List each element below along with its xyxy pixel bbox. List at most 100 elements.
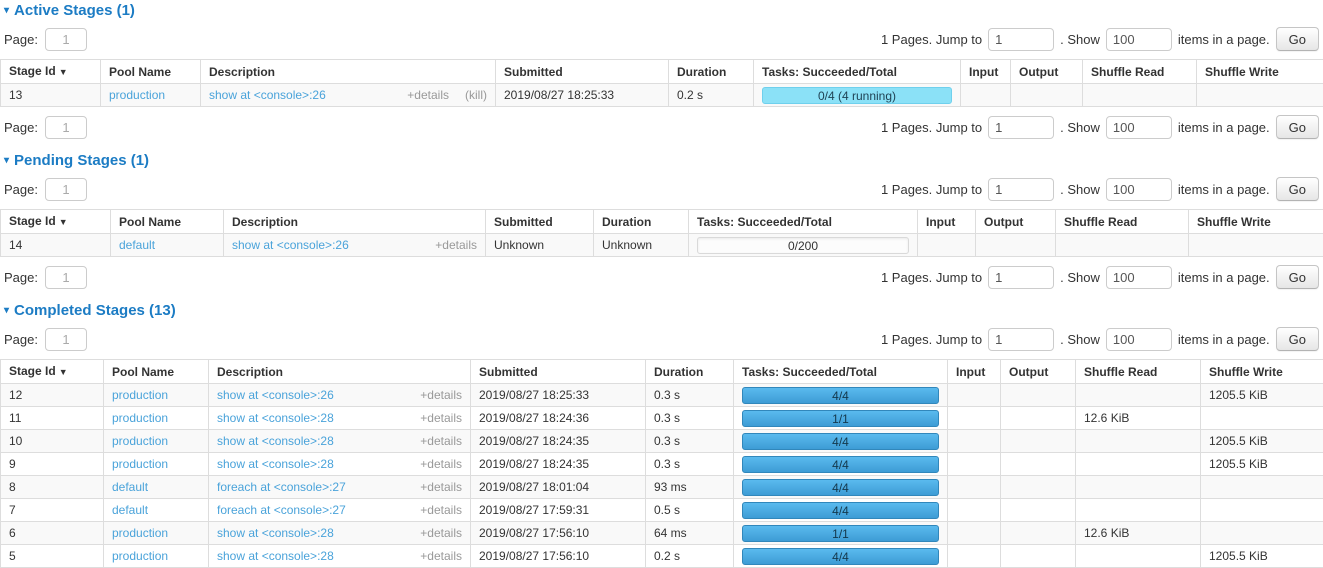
- tasks-progress-bar: 0/4 (4 running): [762, 87, 952, 104]
- description-link[interactable]: show at <console>:26: [209, 87, 326, 103]
- cell-tasks: 4/4: [734, 476, 948, 499]
- pool-name-link[interactable]: production: [112, 388, 168, 402]
- pool-name-link[interactable]: production: [112, 457, 168, 471]
- col-output[interactable]: Output: [1011, 60, 1083, 84]
- cell-shuffle-read: [1083, 84, 1197, 107]
- pages-jump-label: 1 Pages. Jump to: [881, 32, 982, 47]
- items-per-page-input[interactable]: [1106, 266, 1172, 289]
- description-link[interactable]: show at <console>:28: [217, 456, 334, 472]
- col-pool-name[interactable]: Pool Name: [104, 360, 209, 384]
- section-header-completed-stages[interactable]: ▾ Completed Stages (13): [4, 302, 1323, 319]
- details-link[interactable]: +details: [420, 502, 462, 518]
- jump-to-page-input[interactable]: [988, 328, 1054, 351]
- go-button[interactable]: Go: [1276, 177, 1319, 201]
- pool-name-link[interactable]: production: [112, 526, 168, 540]
- col-shuffle-read[interactable]: Shuffle Read: [1076, 360, 1201, 384]
- page-number-input[interactable]: [45, 116, 87, 139]
- cell-pool-name: production: [104, 545, 209, 568]
- col-description[interactable]: Description: [209, 360, 471, 384]
- col-input[interactable]: Input: [918, 210, 976, 234]
- items-per-page-input[interactable]: [1106, 28, 1172, 51]
- description-link[interactable]: show at <console>:28: [217, 548, 334, 564]
- col-description[interactable]: Description: [224, 210, 486, 234]
- description-link[interactable]: foreach at <console>:27: [217, 502, 346, 518]
- col-tasks[interactable]: Tasks: Succeeded/Total: [754, 60, 961, 84]
- pool-name-link[interactable]: default: [112, 503, 148, 517]
- items-label: items in a page.: [1178, 332, 1270, 347]
- col-tasks[interactable]: Tasks: Succeeded/Total: [734, 360, 948, 384]
- description-link[interactable]: show at <console>:26: [217, 387, 334, 403]
- pool-name-link[interactable]: production: [112, 434, 168, 448]
- jump-to-page-input[interactable]: [988, 28, 1054, 51]
- col-stage-id[interactable]: Stage Id▼: [1, 210, 111, 234]
- col-shuffle-read[interactable]: Shuffle Read: [1056, 210, 1189, 234]
- col-output[interactable]: Output: [976, 210, 1056, 234]
- cell-stage-id: 12: [1, 384, 104, 407]
- cell-input: [961, 84, 1011, 107]
- cell-output: [976, 234, 1056, 257]
- go-button[interactable]: Go: [1276, 327, 1319, 351]
- description-link[interactable]: show at <console>:26: [232, 237, 349, 253]
- jump-to-page-input[interactable]: [988, 266, 1054, 289]
- pool-name-link[interactable]: default: [112, 480, 148, 494]
- pool-name-link[interactable]: production: [112, 549, 168, 563]
- col-input[interactable]: Input: [961, 60, 1011, 84]
- cell-tasks: 4/4: [734, 499, 948, 522]
- section-header-active-stages[interactable]: ▾ Active Stages (1): [4, 2, 1323, 19]
- col-stage-id[interactable]: Stage Id▼: [1, 360, 104, 384]
- jump-to-page-input[interactable]: [988, 178, 1054, 201]
- col-pool-name[interactable]: Pool Name: [111, 210, 224, 234]
- go-button[interactable]: Go: [1276, 115, 1319, 139]
- jump-to-page-input[interactable]: [988, 116, 1054, 139]
- details-link[interactable]: +details: [420, 387, 462, 403]
- col-duration[interactable]: Duration: [669, 60, 754, 84]
- page-number-input[interactable]: [45, 178, 87, 201]
- col-duration[interactable]: Duration: [646, 360, 734, 384]
- description-link[interactable]: show at <console>:28: [217, 525, 334, 541]
- col-output[interactable]: Output: [1001, 360, 1076, 384]
- col-stage-id[interactable]: Stage Id▼: [1, 60, 101, 84]
- cell-tasks: 4/4: [734, 453, 948, 476]
- items-per-page-input[interactable]: [1106, 178, 1172, 201]
- description-link[interactable]: show at <console>:28: [217, 433, 334, 449]
- section-header-pending-stages[interactable]: ▾ Pending Stages (1): [4, 152, 1323, 169]
- page-number-input[interactable]: [45, 28, 87, 51]
- col-shuffle-write[interactable]: Shuffle Write: [1189, 210, 1323, 234]
- details-link[interactable]: +details: [420, 525, 462, 541]
- col-tasks[interactable]: Tasks: Succeeded/Total: [689, 210, 918, 234]
- items-per-page-input[interactable]: [1106, 328, 1172, 351]
- show-label: . Show: [1060, 32, 1100, 47]
- details-link[interactable]: +details: [435, 237, 477, 253]
- pool-name-link[interactable]: default: [119, 238, 155, 252]
- details-link[interactable]: +details: [420, 410, 462, 426]
- go-button[interactable]: Go: [1276, 265, 1319, 289]
- page-number-input[interactable]: [45, 266, 87, 289]
- col-shuffle-read[interactable]: Shuffle Read: [1083, 60, 1197, 84]
- table-row: 10 production show at <console>:28 +deta…: [1, 430, 1323, 453]
- table-header-row: Stage Id▼ Pool Name Description Submitte…: [1, 60, 1323, 84]
- details-link[interactable]: +details: [420, 548, 462, 564]
- pool-name-link[interactable]: production: [112, 411, 168, 425]
- kill-link[interactable]: (kill): [465, 87, 487, 103]
- details-link[interactable]: +details: [420, 479, 462, 495]
- details-link[interactable]: +details: [420, 456, 462, 472]
- col-submitted[interactable]: Submitted: [486, 210, 594, 234]
- pool-name-link[interactable]: production: [109, 88, 165, 102]
- col-submitted[interactable]: Submitted: [496, 60, 669, 84]
- go-button[interactable]: Go: [1276, 27, 1319, 51]
- col-duration[interactable]: Duration: [594, 210, 689, 234]
- items-per-page-input[interactable]: [1106, 116, 1172, 139]
- col-pool-name[interactable]: Pool Name: [101, 60, 201, 84]
- col-description[interactable]: Description: [201, 60, 496, 84]
- col-submitted[interactable]: Submitted: [471, 360, 646, 384]
- cell-stage-id: 7: [1, 499, 104, 522]
- col-shuffle-write[interactable]: Shuffle Write: [1197, 60, 1323, 84]
- details-link[interactable]: +details: [407, 87, 449, 103]
- details-link[interactable]: +details: [420, 433, 462, 449]
- col-shuffle-write[interactable]: Shuffle Write: [1201, 360, 1323, 384]
- description-link[interactable]: show at <console>:28: [217, 410, 334, 426]
- col-input[interactable]: Input: [948, 360, 1001, 384]
- show-label: . Show: [1060, 182, 1100, 197]
- description-link[interactable]: foreach at <console>:27: [217, 479, 346, 495]
- page-number-input[interactable]: [45, 328, 87, 351]
